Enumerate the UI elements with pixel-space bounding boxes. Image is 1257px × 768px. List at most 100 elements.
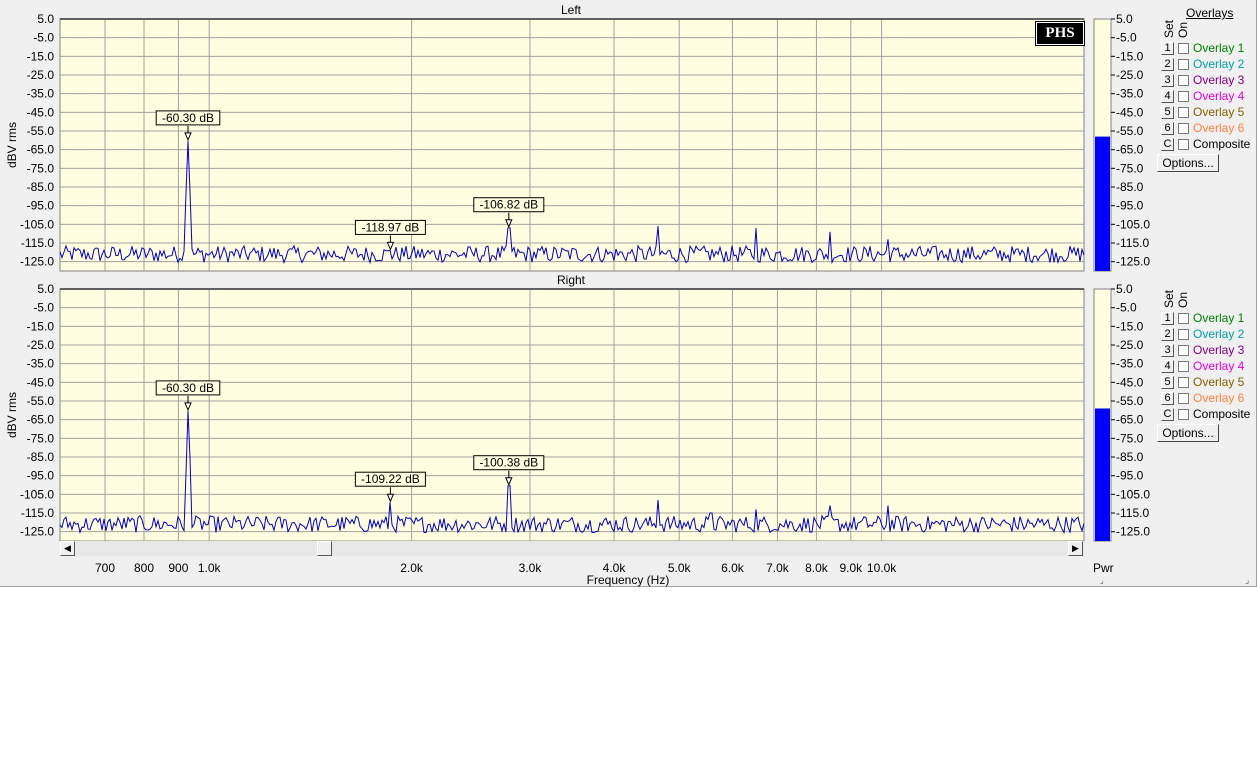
phs-logo: PHS — [1035, 21, 1085, 46]
marker-label: -60.30 dB — [162, 381, 214, 395]
overlay-on-checkbox-5[interactable] — [1178, 377, 1189, 388]
resize-grip-icon[interactable]: ⌟ — [1100, 577, 1108, 585]
overlay-on-checkbox-c[interactable] — [1178, 409, 1189, 420]
overlay-on-checkbox-6[interactable] — [1178, 123, 1189, 134]
scroll-thumb[interactable] — [317, 541, 332, 556]
pwr-tick-label: -55.0 — [1116, 124, 1144, 138]
pwr-tick-label: -65.0 — [1116, 143, 1144, 157]
y-tick-label: -35.0 — [27, 357, 55, 371]
y-tick-label: -85.0 — [27, 450, 55, 464]
overlay-options-button[interactable]: Options... — [1157, 424, 1219, 442]
pwr-tick-label: -125.0 — [1116, 525, 1150, 539]
overlay-set-button-4[interactable]: 4 — [1161, 90, 1174, 103]
y-tick-label: -125.0 — [20, 255, 54, 269]
overlay-options-button[interactable]: Options... — [1157, 154, 1219, 172]
overlay-on-checkbox-3[interactable] — [1178, 345, 1189, 356]
overlay-set-button-2[interactable]: 2 — [1161, 58, 1174, 71]
pwr-tick-label: -35.0 — [1116, 87, 1144, 101]
x-tick-label: 7.0k — [766, 561, 790, 575]
pwr-tick-label: -105.0 — [1116, 487, 1150, 501]
overlay-on-checkbox-1[interactable] — [1178, 43, 1189, 54]
overlay-on-checkbox-6[interactable] — [1178, 393, 1189, 404]
overlay-on-checkbox-3[interactable] — [1178, 75, 1189, 86]
window-resize-grip-icon[interactable]: ⌟ — [1245, 575, 1255, 585]
x-tick-label: 9.0k — [839, 561, 863, 575]
overlay-label: Composite — [1193, 407, 1251, 421]
overlay-set-button-3[interactable]: 3 — [1161, 74, 1174, 87]
y-tick-label: -25.0 — [27, 68, 55, 82]
overlay-on-checkbox-2[interactable] — [1178, 59, 1189, 70]
y-tick-label: -95.0 — [27, 469, 55, 483]
chart-title: Right — [557, 273, 586, 287]
overlay-set-button-1[interactable]: 1 — [1161, 312, 1174, 325]
y-tick-label: -65.0 — [27, 413, 55, 427]
y-tick-label: -105.0 — [20, 487, 54, 501]
overlay-on-checkbox-5[interactable] — [1178, 107, 1189, 118]
overlay-set-button-2[interactable]: 2 — [1161, 328, 1174, 341]
marker-label: -118.97 dB — [361, 220, 419, 234]
x-tick-label: 3.0k — [519, 561, 543, 575]
marker-label: -60.30 dB — [162, 111, 214, 125]
overlay-label: Overlay 3 — [1193, 343, 1245, 357]
y-tick-label: -45.0 — [27, 105, 55, 119]
pwr-tick-label: 5.0 — [1116, 12, 1133, 26]
x-tick-label: 900 — [168, 561, 188, 575]
pwr-tick-label: -65.0 — [1116, 413, 1144, 427]
y-tick-label: -15.0 — [27, 319, 55, 333]
overlay-on-checkbox-c[interactable] — [1178, 139, 1189, 150]
pwr-tick-label: -115.0 — [1116, 236, 1149, 250]
x-tick-label: 5.0k — [668, 561, 692, 575]
overlay-set-button-5[interactable]: 5 — [1161, 106, 1174, 119]
x-tick-label: 700 — [95, 561, 115, 575]
y-tick-label: -75.0 — [27, 431, 55, 445]
scroll-right-button[interactable]: ▶ — [1068, 541, 1083, 556]
pwr-tick-label: -25.0 — [1116, 68, 1144, 82]
overlay-set-button-1[interactable]: 1 — [1161, 42, 1174, 55]
y-tick-label: -95.0 — [27, 199, 55, 213]
scroll-left-button[interactable]: ◀ — [60, 541, 75, 556]
overlay-label: Overlay 1 — [1193, 311, 1245, 325]
x-tick-label: 6.0k — [721, 561, 745, 575]
horizontal-scrollbar[interactable]: ◀ ▶ — [60, 541, 1084, 556]
y-tick-label: -55.0 — [27, 394, 55, 408]
pwr-label: Pwr — [1093, 561, 1114, 575]
y-tick-label: -55.0 — [27, 124, 55, 138]
x-axis-label: Frequency (Hz) — [587, 573, 670, 587]
pwr-tick-label: 5.0 — [1116, 282, 1133, 296]
overlay-set-button-5[interactable]: 5 — [1161, 376, 1174, 389]
overlay-set-button-6[interactable]: 6 — [1161, 122, 1174, 135]
overlay-on-checkbox-1[interactable] — [1178, 313, 1189, 324]
pwr-tick-label: -15.0 — [1116, 49, 1144, 63]
overlay-label: Overlay 4 — [1193, 89, 1245, 103]
overlay-set-button-c[interactable]: C — [1161, 408, 1174, 421]
overlay-on-checkbox-4[interactable] — [1178, 361, 1189, 372]
pwr-tick-label: -45.0 — [1116, 375, 1144, 389]
pwr-tick-label: -25.0 — [1116, 338, 1144, 352]
overlay-set-button-c[interactable]: C — [1161, 138, 1174, 151]
overlay-on-checkbox-4[interactable] — [1178, 91, 1189, 102]
y-tick-label: -105.0 — [20, 217, 54, 231]
pwr-tick-label: -95.0 — [1116, 199, 1144, 213]
overlay-label: Overlay 6 — [1193, 391, 1245, 405]
chart-title: Left — [561, 3, 582, 17]
y-tick-label: -15.0 — [27, 49, 55, 63]
on-column-label: On — [1176, 291, 1190, 308]
y-axis-label: dBV rms — [5, 122, 19, 168]
overlay-on-checkbox-2[interactable] — [1178, 329, 1189, 340]
overlay-label: Overlay 2 — [1193, 57, 1245, 71]
pwr-tick-label: -5.0 — [1116, 301, 1137, 315]
marker-label: -106.82 dB — [479, 198, 538, 212]
y-axis-label: dBV rms — [5, 392, 19, 438]
overlay-set-button-4[interactable]: 4 — [1161, 360, 1174, 373]
pwr-tick-label: -75.0 — [1116, 161, 1144, 175]
y-tick-label: -125.0 — [20, 525, 54, 539]
y-tick-label: -115.0 — [21, 506, 54, 520]
y-tick-label: -35.0 — [27, 87, 55, 101]
overlay-label: Overlay 6 — [1193, 121, 1245, 135]
y-tick-label: -25.0 — [27, 338, 55, 352]
overlay-set-button-6[interactable]: 6 — [1161, 392, 1174, 405]
overlay-set-button-3[interactable]: 3 — [1161, 344, 1174, 357]
marker-label: -109.22 dB — [361, 472, 420, 486]
pwr-tick-label: -15.0 — [1116, 319, 1144, 333]
y-tick-label: -5.0 — [33, 31, 54, 45]
